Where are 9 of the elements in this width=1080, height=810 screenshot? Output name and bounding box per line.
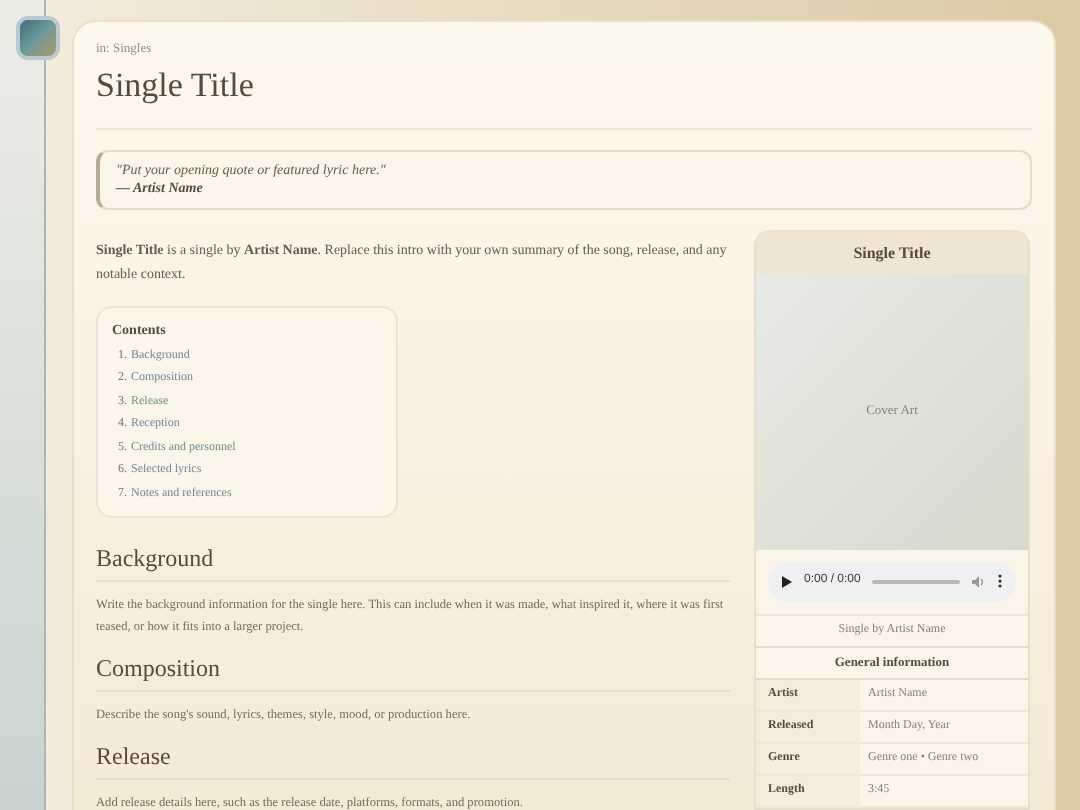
play-icon[interactable] (782, 575, 792, 588)
section-heading: Release (96, 740, 730, 781)
volume-icon[interactable] (972, 575, 986, 588)
site-logo-icon[interactable] (16, 16, 60, 60)
infobox-title: Single Title (756, 231, 1028, 274)
page-title: Single Title (96, 63, 256, 108)
audio-progress-track[interactable] (872, 579, 960, 584)
section-heading: Composition (96, 652, 730, 693)
section-heading: Background (96, 542, 730, 583)
